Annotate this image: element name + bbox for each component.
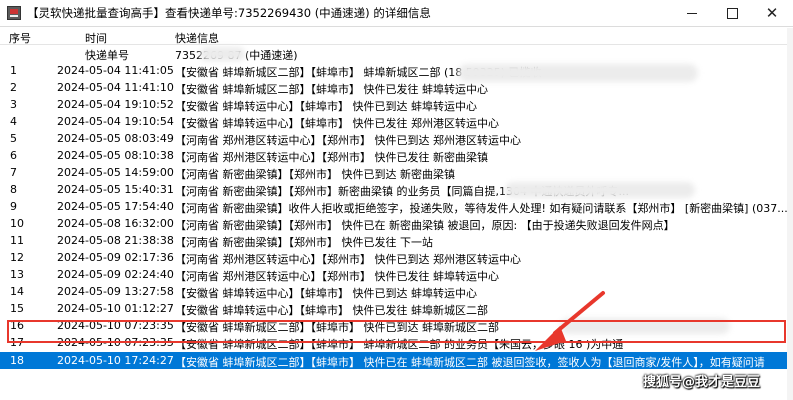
arrow-shaft: [553, 291, 605, 335]
red-arrow-annotation: [535, 291, 605, 351]
watermark: 搜狐号@我才是豆豆: [643, 375, 761, 390]
vertical-scrollbar[interactable]: [787, 28, 793, 400]
arrow-head: [535, 326, 566, 351]
